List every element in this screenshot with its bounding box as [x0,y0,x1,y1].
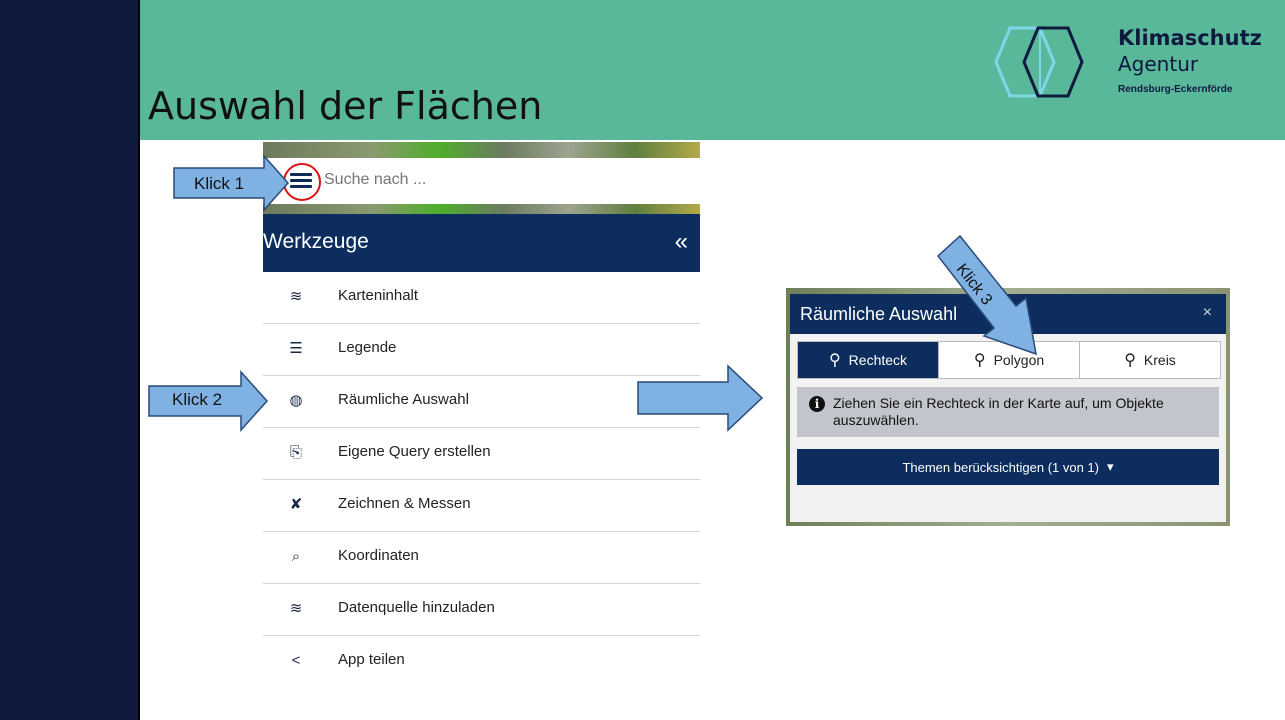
add-datasource-icon: ≋ [289,600,303,617]
menu-item-karteninhalt[interactable]: ≋ Karteninhalt [263,272,700,324]
menu-item-label: Räumliche Auswahl [338,391,469,408]
list-icon: ☰ [289,340,303,357]
tools-title: Werkzeuge [263,230,369,253]
collapse-icon[interactable]: « [675,228,688,256]
info-text: Ziehen Sie ein Rechteck in der Karte auf… [833,395,1164,428]
tab-rechteck[interactable]: ⚲ Rechteck [798,342,939,378]
tab-kreis[interactable]: ⚲ Kreis [1080,342,1220,378]
menu-item-datenquelle[interactable]: ≋ Datenquelle hinzuladen [263,584,700,636]
slide-title: Auswahl der Flächen [148,84,543,128]
menu-item-label: Zeichnen & Messen [338,495,471,512]
klick-2-label: Klick 2 [172,390,223,409]
logo-line-3: Rendsburg-Eckernförde [1118,84,1233,95]
menu-item-eigene-query[interactable]: ⎘ Eigene Query erstellen [263,428,700,480]
info-box: i Ziehen Sie ein Rechteck in der Karte a… [797,387,1219,437]
menu-item-label: Legende [338,339,397,356]
menu-item-raeumliche-auswahl[interactable]: ◍ Räumliche Auswahl [263,376,700,428]
logo-line-1: Klimaschutz [1118,26,1262,50]
draw-measure-icon: ✘ [289,496,303,513]
menu-item-zeichnen-messen[interactable]: ✘ Zeichnen & Messen [263,480,700,532]
map-pin-icon: ⚲ [828,352,841,369]
menu-item-app-teilen[interactable]: < App teilen [263,636,700,687]
tab-label: Rechteck [848,352,908,368]
menu-item-label: Datenquelle hinzuladen [338,599,495,616]
map-pin-icon: ⚲ [1124,352,1136,369]
caret-down-icon: ▾ [1107,459,1114,474]
layers-icon: ≋ [289,288,303,305]
coordinates-icon: ⌕ [291,548,301,565]
menu-item-koordinaten[interactable]: ⌕ Koordinaten [263,532,700,584]
themen-button[interactable]: Themen berücksichtigen (1 von 1) ▾ [797,449,1219,485]
menu-item-label: Koordinaten [338,547,419,564]
klimaschutz-logo: Klimaschutz Agentur Rendsburg-Eckernförd… [980,22,1280,102]
tools-menu: ≋ Karteninhalt ☰ Legende ◍ Räumliche Aus… [263,272,700,687]
spatial-select-icon: ◍ [289,392,303,409]
klick-1-label: Klick 1 [194,174,245,193]
slide-left-band [0,0,140,720]
themen-label: Themen berücksichtigen (1 von 1) [902,459,1099,475]
hexagon-logo-icon [994,26,1084,98]
logo-line-2: Agentur [1118,52,1199,76]
query-icon: ⎘ [289,444,302,461]
search-input[interactable] [322,170,676,190]
info-icon: i [809,396,825,412]
menu-item-label: Karteninhalt [338,287,419,304]
tab-label: Kreis [1143,352,1176,368]
share-icon: < [291,652,301,669]
tools-header: Werkzeuge « [263,214,700,272]
transition-arrow [637,364,764,432]
menu-item-label: Eigene Query erstellen [338,443,491,460]
menu-item-legende[interactable]: ☰ Legende [263,324,700,376]
close-icon[interactable]: × [1203,304,1212,322]
menu-item-label: App teilen [338,651,405,668]
